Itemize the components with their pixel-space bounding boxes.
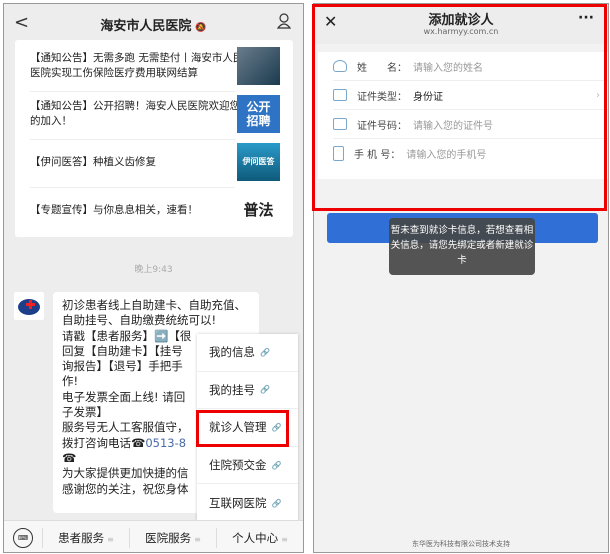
menu-item-internet-hospital[interactable]: 互联网医院 🔗 [197, 484, 298, 522]
menu-label: 住院预交金 [209, 458, 267, 473]
menu-item-my-info[interactable]: 我的信息 🔗 [197, 334, 298, 372]
article-item[interactable]: 【专题宣传】与你息息相关，速看！ [30, 187, 245, 233]
link-icon: 🔗 [271, 498, 282, 508]
menu-label: 互联网医院 [209, 496, 267, 511]
menu-label: 医院服务 [145, 530, 192, 545]
highlight-box [312, 4, 607, 211]
mute-icon: 🔕 [195, 23, 207, 33]
link-icon: 🔗 [260, 385, 270, 395]
menu-icon: ≡ [107, 534, 114, 544]
article-item[interactable]: 【伊问医答】种植义齿修复 [30, 139, 245, 185]
menu-label: 我的挂号 [209, 382, 255, 397]
toast-message: 暂未查到就诊卡信息，若想查看相关信息，请您先绑定或者新建就诊卡 [389, 218, 535, 275]
menu-icon: ≡ [281, 534, 288, 544]
menu-icon: ≡ [194, 534, 201, 544]
menu-label: 个人中心 [232, 530, 279, 545]
menu-label: 患者服务 [58, 530, 105, 545]
link-icon: 🔗 [271, 460, 282, 470]
article-thumbnail: 伊问医答 [237, 143, 280, 181]
menu-hospital-services[interactable]: 医院服务 ≡ [129, 527, 216, 548]
link-icon: 🔗 [260, 347, 270, 357]
hospital-avatar[interactable] [14, 292, 44, 320]
keyboard-toggle[interactable]: ⌨ [4, 527, 42, 548]
message-time: 晚上9:43 [134, 265, 173, 275]
highlight-box [196, 410, 289, 447]
footer-text: 东华医为科技有限公司技术支持 [412, 540, 510, 548]
article-thumbnail: 普法 [237, 191, 280, 229]
article-item[interactable]: 【通知公告】公开招聘！海安人民医院欢迎您的加入！ [30, 91, 245, 137]
menu-item-my-registration[interactable]: 我的挂号 🔗 [197, 372, 298, 410]
wechat-chat-panel: < 海安市人民医院 🔕 【通知公告】无需多跑 无需垫付丨海安市人民医院实现工伤保险… [3, 3, 304, 553]
profile-icon[interactable] [277, 13, 291, 29]
menu-label: 我的信息 [209, 345, 255, 360]
menu-item-inpatient-deposit[interactable]: 住院预交金 🔗 [197, 447, 298, 485]
chat-header: < 海安市人民医院 🔕 [4, 4, 303, 42]
article-item[interactable]: 【通知公告】无需多跑 无需垫付丨海安市人民医院实现工伤保险医疗费用联网结算 [30, 43, 245, 89]
title-text: 海安市人民医院 [100, 19, 192, 34]
menu-patient-services[interactable]: 患者服务 ≡ [42, 527, 129, 548]
chat-title: 海安市人民医院 🔕 [4, 15, 303, 34]
keyboard-icon: ⌨ [13, 527, 33, 548]
menu-personal-center[interactable]: 个人中心 ≡ [216, 527, 303, 548]
article-card: 【通知公告】无需多跑 无需垫付丨海安市人民医院实现工伤保险医疗费用联网结算 【通… [15, 40, 293, 237]
message-text: ☎ 为大家提供更加快捷的信 感谢您的关注，祝您身体 [62, 450, 189, 496]
bottom-menu-bar: ⌨ 患者服务 ≡ 医院服务 ≡ 个人中心 ≡ [4, 520, 303, 552]
phone-link[interactable]: 0513-8 [145, 436, 186, 450]
article-thumbnail: 公开 招聘 [237, 95, 280, 133]
article-thumbnail [237, 47, 280, 85]
